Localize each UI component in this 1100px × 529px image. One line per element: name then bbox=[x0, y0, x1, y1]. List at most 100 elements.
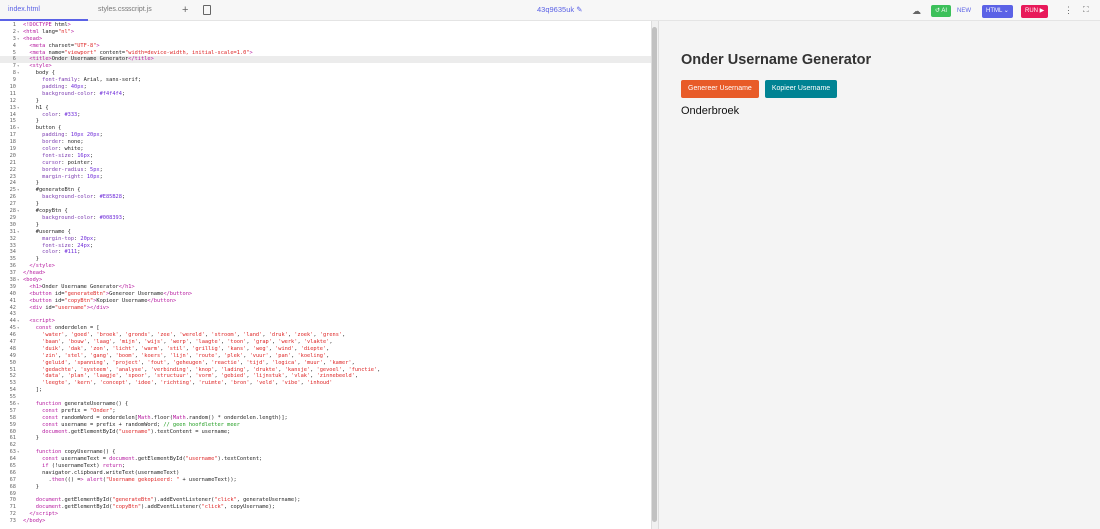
code-line[interactable]: 15 } bbox=[0, 118, 651, 125]
code-editor[interactable]: 1 <!DOCTYPE html> 2 ▾ <html lang="nl"> 3 ▾ <hea… bbox=[0, 21, 652, 529]
fold-arrow-icon[interactable]: ▾ bbox=[17, 187, 19, 194]
fold-arrow-icon[interactable]: ▾ bbox=[17, 208, 19, 215]
fold-arrow-icon[interactable]: ▾ bbox=[17, 63, 19, 70]
code-line[interactable]: 71 document.getElementById("copyBtn").ad… bbox=[0, 504, 651, 511]
code-line[interactable]: 16 ▾ button { bbox=[0, 125, 651, 132]
code-line[interactable]: 11 background-color: #f4f4f4; bbox=[0, 91, 651, 98]
code-line[interactable]: 7 ▾ <style> bbox=[0, 63, 651, 70]
code-line[interactable]: 68 } bbox=[0, 484, 651, 491]
code-line[interactable]: 43 bbox=[0, 311, 651, 318]
code-line[interactable]: 31 ▾ #username { bbox=[0, 229, 651, 236]
scrollbar-thumb[interactable] bbox=[652, 27, 657, 522]
fold-arrow-icon[interactable]: ▾ bbox=[17, 29, 19, 36]
code-line[interactable]: 38 ▾ <body> bbox=[0, 277, 651, 284]
code-line[interactable]: 33 font-size: 24px; bbox=[0, 243, 651, 250]
tab-script-js[interactable]: script.js bbox=[128, 0, 152, 21]
code-line[interactable]: 10 padding: 40px; bbox=[0, 84, 651, 91]
code-line[interactable]: 3 ▾ <head> bbox=[0, 36, 651, 43]
code-line[interactable]: 59 const username = prefix + randomWord;… bbox=[0, 422, 651, 429]
code-line[interactable]: 53 'leegte', 'kern', 'concept', 'idee', … bbox=[0, 380, 651, 387]
fullscreen-icon[interactable]: ⛶ bbox=[1083, 4, 1089, 16]
code-line[interactable]: 28 ▾ #copyBtn { bbox=[0, 208, 651, 215]
fold-arrow-icon[interactable]: ▾ bbox=[17, 325, 19, 332]
code-line[interactable]: 29 background-color: #008393; bbox=[0, 215, 651, 222]
code-line[interactable]: 55 bbox=[0, 394, 651, 401]
generate-username-button[interactable]: Genereer Username bbox=[681, 80, 759, 98]
code-line[interactable]: 42 <div id="username"></div> bbox=[0, 305, 651, 312]
code-lines[interactable]: 1 <!DOCTYPE html> 2 ▾ <html lang="nl"> 3 ▾ <hea… bbox=[0, 21, 651, 525]
code-line[interactable]: 21 cursor: pointer; bbox=[0, 160, 651, 167]
code-line[interactable]: 35 } bbox=[0, 256, 651, 263]
code-line[interactable]: 54 ]; bbox=[0, 387, 651, 394]
code-line[interactable]: 8 ▾ body { bbox=[0, 70, 651, 77]
code-line[interactable]: 2 ▾ <html lang="nl"> bbox=[0, 29, 651, 36]
code-line[interactable]: 63 ▾ function copyUsername() { bbox=[0, 449, 651, 456]
code-line[interactable]: 22 border-radius: 5px; bbox=[0, 167, 651, 174]
code-line[interactable]: 24 } bbox=[0, 180, 651, 187]
copy-username-button[interactable]: Kopieer Username bbox=[764, 80, 838, 98]
code-line[interactable]: 9 font-family: Arial, sans-serif; bbox=[0, 77, 651, 84]
code-line[interactable]: 27 } bbox=[0, 201, 651, 208]
code-line[interactable]: 60 document.getElementById("username").t… bbox=[0, 429, 651, 436]
code-line[interactable]: 52 'data', 'plan', 'laagje', 'spoor', 's… bbox=[0, 373, 651, 380]
fold-arrow-icon[interactable]: ▾ bbox=[17, 36, 19, 43]
code-line[interactable]: 12 } bbox=[0, 98, 651, 105]
code-line[interactable]: 67 .then(() => alert("Username gekopieer… bbox=[0, 477, 651, 484]
code-line[interactable]: 14 color: #333; bbox=[0, 112, 651, 119]
code-line[interactable]: 49 'zin', 'stel', 'gang', 'boom', 'koers… bbox=[0, 353, 651, 360]
code-line[interactable]: 30 } bbox=[0, 222, 651, 229]
new-button[interactable]: NEW bbox=[953, 5, 975, 17]
code-line[interactable]: 20 font-size: 16px; bbox=[0, 153, 651, 160]
code-line[interactable]: 50 'geluid', 'spanning', 'project', 'fou… bbox=[0, 360, 651, 367]
code-line[interactable]: 18 border: none; bbox=[0, 139, 651, 146]
code-line[interactable]: 25 ▾ #generateBtn { bbox=[0, 187, 651, 194]
edit-pencil-icon[interactable]: ✎ bbox=[576, 5, 582, 14]
fold-arrow-icon[interactable]: ▾ bbox=[17, 277, 19, 284]
code-line[interactable]: 51 'gedachte', 'systeem', 'analyse', 've… bbox=[0, 367, 651, 374]
fold-arrow-icon[interactable]: ▾ bbox=[17, 229, 19, 236]
fold-arrow-icon[interactable]: ▾ bbox=[17, 125, 19, 132]
code-line[interactable]: 26 background-color: #E85B28; bbox=[0, 194, 651, 201]
code-line[interactable]: 23 margin-right: 10px; bbox=[0, 174, 651, 181]
tab-index-html[interactable]: index.html bbox=[0, 0, 88, 21]
code-line[interactable]: 48 'duik', 'dak', 'zon', 'licht', 'warm'… bbox=[0, 346, 651, 353]
fold-arrow-icon[interactable]: ▾ bbox=[17, 449, 19, 456]
ai-button[interactable]: ↺ AI bbox=[931, 5, 952, 17]
code-line[interactable]: 19 color: white; bbox=[0, 146, 651, 153]
code-line[interactable]: 46 'water', 'goed', 'broek', 'gronds', '… bbox=[0, 332, 651, 339]
code-line[interactable]: 34 color: #111; bbox=[0, 249, 651, 256]
code-line[interactable]: 5 <meta name="viewport" content="width=d… bbox=[0, 50, 651, 57]
more-menu-icon[interactable]: ⋮ bbox=[1064, 4, 1073, 16]
upload-file-icon[interactable] bbox=[203, 5, 211, 15]
code-line[interactable]: 66 navigator.clipboard.writeText(usernam… bbox=[0, 470, 651, 477]
code-line[interactable]: 47 'baan', 'bouw', 'laag', 'mijn', 'wijs… bbox=[0, 339, 651, 346]
code-line[interactable]: 37 </head> bbox=[0, 270, 651, 277]
code-line[interactable]: 40 <button id="generateBtn">Genereer Use… bbox=[0, 291, 651, 298]
code-line[interactable]: 36 </style> bbox=[0, 263, 651, 270]
run-button[interactable]: RUN ▶ bbox=[1021, 5, 1049, 18]
code-line[interactable]: 41 <button id="copyBtn">Kopieer Username… bbox=[0, 298, 651, 305]
fold-arrow-icon[interactable]: ▾ bbox=[17, 401, 19, 408]
fold-arrow-icon[interactable]: ▾ bbox=[17, 70, 19, 77]
project-title[interactable]: 43q9635uk ✎ bbox=[537, 5, 583, 14]
code-line[interactable]: 45 ▾ const onderdelen = [ bbox=[0, 325, 651, 332]
code-line[interactable]: 32 margin-top: 20px; bbox=[0, 236, 651, 243]
add-file-icon[interactable]: + bbox=[182, 4, 188, 16]
code-line[interactable]: 73 </body> bbox=[0, 518, 651, 525]
code-line[interactable]: 62 bbox=[0, 442, 651, 449]
tab-styles-css[interactable]: styles.css bbox=[98, 0, 128, 21]
code-line[interactable]: 39 <h1>Onder Username Generator</h1> bbox=[0, 284, 651, 291]
code-line[interactable]: 57 const prefix = "Onder"; bbox=[0, 408, 651, 415]
code-line[interactable]: 69 bbox=[0, 491, 651, 498]
code-line[interactable]: 61 } bbox=[0, 435, 651, 442]
code-line[interactable]: 44 ▾ <script> bbox=[0, 318, 651, 325]
fold-arrow-icon[interactable]: ▾ bbox=[17, 105, 19, 112]
cloud-save-icon[interactable]: ☁ bbox=[912, 5, 921, 17]
code-line[interactable]: 56 ▾ function generateUsername() { bbox=[0, 401, 651, 408]
code-line[interactable]: 4 <meta charset="UTF-8"> bbox=[0, 43, 651, 50]
code-line[interactable]: 58 const randomWord = onderdelen[Math.fl… bbox=[0, 415, 651, 422]
code-line[interactable]: 70 document.getElementById("generateBtn"… bbox=[0, 497, 651, 504]
code-line[interactable]: 17 padding: 10px 20px; bbox=[0, 132, 651, 139]
code-line[interactable]: 72 </script> bbox=[0, 511, 651, 518]
code-line[interactable]: 65 if (!usernameText) return; bbox=[0, 463, 651, 470]
